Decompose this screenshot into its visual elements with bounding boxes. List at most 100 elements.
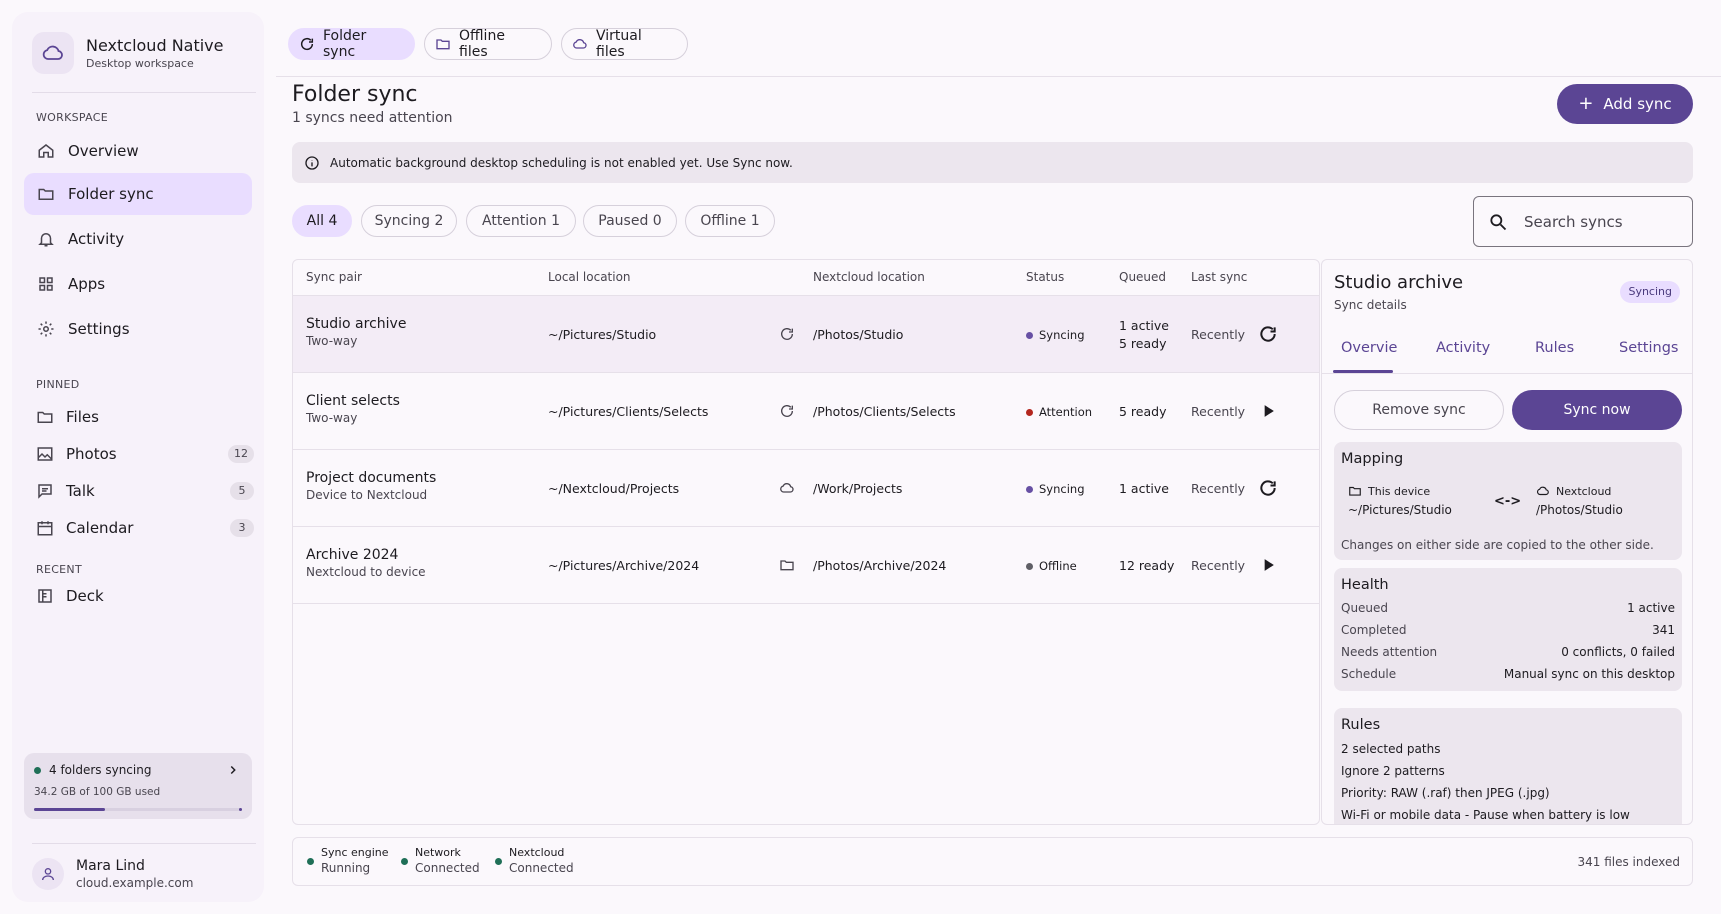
column-header-nextcloud-location[interactable]: Nextcloud location	[813, 270, 925, 284]
home-icon	[36, 141, 56, 161]
column-header-status[interactable]: Status	[1026, 270, 1064, 284]
sync-refresh-icon[interactable]	[1258, 324, 1278, 344]
local-location: ~/Pictures/Studio	[548, 327, 657, 342]
mapping-card: Mapping This device ~/Pictures/Studio <-…	[1334, 442, 1682, 560]
sidebar-item-folder-sync[interactable]: Folder sync	[24, 173, 252, 215]
local-location: ~/Pictures/Clients/Selects	[548, 404, 709, 419]
apps-grid-icon	[36, 274, 56, 294]
sidebar-item-activity[interactable]: Activity	[24, 218, 252, 260]
footer-status-name: Sync engine	[321, 846, 389, 859]
mapping-local-path: ~/Pictures/Studio	[1348, 503, 1452, 517]
footer-status-value: Running	[321, 861, 371, 875]
health-value: Manual sync on this desktop	[1503, 667, 1675, 681]
column-header-queued[interactable]: Queued	[1119, 270, 1166, 284]
tab-settings[interactable]: Settings	[1619, 340, 1678, 356]
app-subtitle: Desktop workspace	[86, 57, 194, 70]
footer-status-name: Network	[415, 846, 461, 859]
table-row[interactable]: Studio archive Two-way ~/Pictures/Studio…	[293, 296, 1319, 373]
column-header-sync-pair[interactable]: Sync pair	[306, 270, 362, 284]
sync-table: Sync pair Local location Nextcloud locat…	[292, 259, 1320, 825]
filter-syncing[interactable]: Syncing 2	[361, 205, 457, 237]
status-text: Syncing	[1039, 328, 1085, 342]
last-sync: Recently	[1191, 327, 1246, 342]
table-row[interactable]: Archive 2024 Nextcloud to device ~/Pictu…	[293, 527, 1319, 604]
info-icon	[304, 155, 320, 171]
pinned-item-photos[interactable]: Photos 12	[36, 439, 254, 469]
footer-status-nextcloud: Nextcloud Connected	[495, 846, 574, 875]
play-icon[interactable]	[1258, 401, 1278, 421]
filter-all[interactable]: All 4	[292, 205, 352, 237]
queued-ready: 5 ready	[1119, 404, 1167, 419]
last-sync: Recently	[1191, 558, 1246, 573]
mapping-local: This device ~/Pictures/Studio	[1348, 484, 1452, 518]
sync-refresh-icon[interactable]	[1258, 478, 1278, 498]
filter-offline[interactable]: Offline 1	[685, 205, 775, 237]
section-label-pinned: PINNED	[36, 378, 80, 391]
sidebar: Nextcloud Native Desktop workspace WORKS…	[12, 12, 264, 902]
pinned-item-files[interactable]: Files	[36, 402, 254, 432]
mapping-local-label: This device	[1368, 484, 1431, 498]
cloud-icon	[778, 480, 796, 496]
footer-status-sync-engine: Sync engine Running	[307, 846, 389, 875]
pinned-item-label: Talk	[66, 482, 95, 500]
sidebar-item-overview[interactable]: Overview	[24, 130, 252, 172]
status-dot	[307, 858, 314, 865]
sync-now-button[interactable]: Sync now	[1512, 390, 1682, 430]
search-input[interactable]	[1524, 212, 1684, 231]
pinned-item-talk[interactable]: Talk 5	[36, 476, 254, 506]
tab-offline-files[interactable]: Offline files	[424, 28, 552, 60]
chevron-right-icon	[226, 763, 240, 777]
storage-card[interactable]: 4 folders syncing 34.2 GB of 100 GB used	[24, 753, 252, 819]
play-icon[interactable]	[1258, 555, 1278, 575]
photo-icon	[36, 445, 54, 463]
storage-progress	[34, 808, 242, 811]
pinned-item-calendar[interactable]: Calendar 3	[36, 513, 254, 543]
status-indicator: Syncing	[1026, 328, 1085, 342]
sync-pair-mode: Two-way	[306, 334, 358, 348]
recent-item-deck[interactable]: Deck	[36, 581, 254, 611]
pinned-item-label: Calendar	[66, 519, 134, 537]
search-icon	[1488, 212, 1508, 232]
sidebar-item-settings[interactable]: Settings	[24, 308, 252, 350]
rule-item: Ignore 2 patterns	[1341, 764, 1445, 778]
filter-paused[interactable]: Paused 0	[583, 205, 677, 237]
tab-activity[interactable]: Activity	[1436, 340, 1490, 356]
status-text: Attention	[1039, 405, 1093, 419]
table-row[interactable]: Project documents Device to Nextcloud ~/…	[293, 450, 1319, 527]
folder-icon	[36, 184, 56, 204]
tab-overview[interactable]: Overvie	[1341, 340, 1397, 356]
sidebar-item-apps[interactable]: Apps	[24, 263, 252, 305]
sync-details-panel: Studio archive Sync details Syncing Over…	[1321, 259, 1693, 825]
column-header-local-location[interactable]: Local location	[548, 270, 631, 284]
user-profile[interactable]: Mara Lind cloud.example.com	[32, 858, 193, 890]
status-dot	[1026, 562, 1033, 570]
bidirectional-arrow: <->	[1494, 494, 1522, 509]
health-value: 0 conflicts, 0 failed	[1561, 645, 1675, 659]
health-key: Needs attention	[1341, 645, 1438, 659]
page-title: Folder sync	[292, 82, 418, 107]
status-dot	[34, 766, 41, 774]
search-box[interactable]	[1473, 196, 1693, 247]
health-key: Schedule	[1341, 667, 1397, 681]
tab-label: Virtual files	[596, 28, 642, 60]
refresh-icon	[779, 403, 795, 419]
pinned-item-label: Photos	[66, 445, 117, 463]
add-sync-button[interactable]: + Add sync	[1557, 84, 1693, 124]
sidebar-item-label: Activity	[68, 230, 125, 248]
filter-attention[interactable]: Attention 1	[466, 205, 576, 237]
details-title: Studio archive	[1334, 272, 1464, 293]
last-sync: Recently	[1191, 404, 1246, 419]
mapping-note: Changes on either side are copied to the…	[1341, 538, 1654, 552]
rules-title: Rules	[1341, 717, 1381, 733]
column-header-last-sync[interactable]: Last sync	[1191, 270, 1247, 284]
status-badge: Syncing	[1620, 281, 1680, 303]
remove-sync-button[interactable]: Remove sync	[1334, 390, 1504, 430]
status-indicator: Offline	[1026, 559, 1077, 573]
table-row[interactable]: Client selects Two-way ~/Pictures/Client…	[293, 373, 1319, 450]
status-dot	[495, 858, 502, 865]
tab-virtual-files[interactable]: Virtual files	[561, 28, 688, 60]
sync-pair-name: Studio archive	[306, 316, 407, 332]
tab-folder-sync[interactable]: Folder sync	[288, 28, 415, 60]
rule-item: 2 selected paths	[1341, 742, 1441, 756]
tab-rules[interactable]: Rules	[1535, 340, 1574, 356]
